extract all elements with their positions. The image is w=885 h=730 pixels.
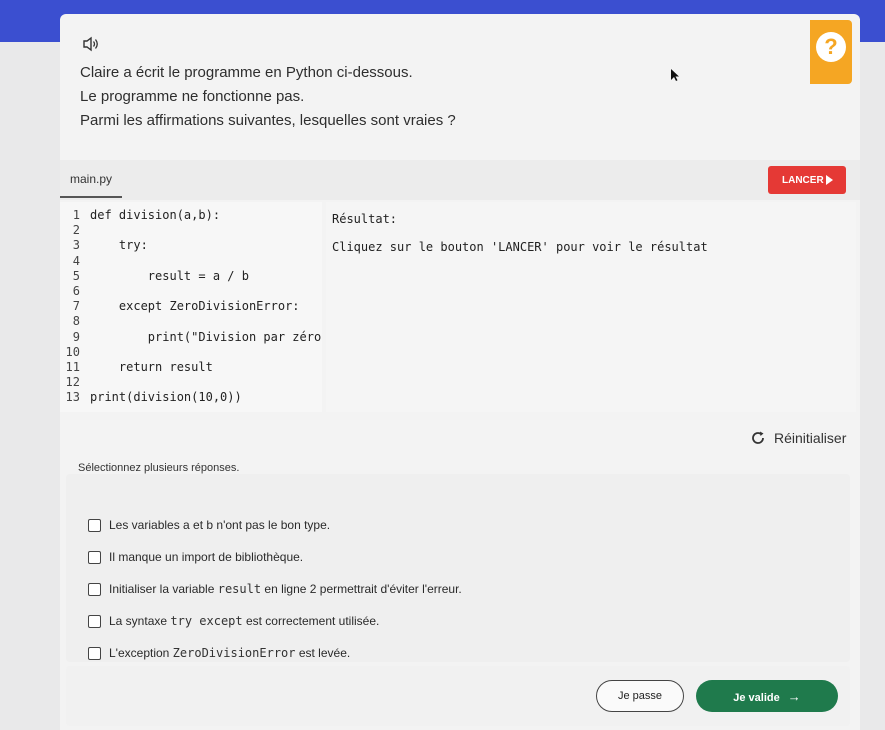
checkbox[interactable] — [88, 614, 101, 628]
option-4[interactable]: La syntaxe try except est correctement u… — [88, 614, 379, 628]
refresh-icon — [752, 431, 764, 444]
code-text: print(division(10,0)) — [90, 390, 242, 405]
code-line: 10 — [60, 345, 90, 360]
line-number: 13 — [65, 390, 80, 405]
line-number: 5 — [72, 268, 80, 283]
code-line: 5 result = a / b — [60, 269, 249, 284]
line-number: 3 — [72, 238, 80, 253]
footer-actions: Je passe Je valide → — [66, 666, 850, 726]
code-line: 2 — [60, 223, 90, 238]
file-tab[interactable]: main.py — [70, 172, 112, 186]
file-tab-underline — [60, 196, 122, 198]
code-text: except ZeroDivisionError: — [90, 299, 300, 314]
option-1[interactable]: Les variables a et b n'ont pas le bon ty… — [88, 518, 330, 532]
code-text: result = a / b — [90, 268, 249, 283]
line-number: 2 — [72, 223, 80, 238]
option-text: L'exception ZeroDivisionError est levée. — [109, 646, 351, 660]
line-number: 7 — [72, 299, 80, 314]
line-number: 12 — [65, 375, 80, 390]
line-number: 4 — [72, 253, 80, 268]
output-panel: Résultat: Cliquez sur le bouton 'LANCER'… — [326, 202, 856, 412]
code-text: def division(a,b): — [90, 208, 221, 222]
skip-button[interactable]: Je passe — [596, 680, 684, 712]
line-number: 8 — [72, 314, 80, 329]
question-mark-icon: ? — [816, 32, 846, 62]
code-line: 12 — [60, 375, 90, 390]
mouse-cursor-icon — [671, 69, 679, 81]
option-3[interactable]: Initialiser la variable result en ligne … — [88, 582, 462, 596]
help-button[interactable]: ? — [810, 20, 852, 84]
question-line-1: Claire a écrit le programme en Python ci… — [80, 64, 413, 81]
checkbox[interactable] — [88, 550, 101, 564]
line-number: 10 — [65, 344, 80, 359]
checkbox[interactable] — [88, 646, 101, 660]
code-text: return result — [90, 360, 213, 374]
code-line: 7 except ZeroDivisionError: — [60, 299, 300, 314]
speaker-icon[interactable] — [82, 36, 100, 52]
play-icon — [826, 175, 833, 185]
option-text: Les variables a et b n'ont pas le bon ty… — [109, 518, 331, 532]
exercise-panel: ? Claire a écrit le programme en Python … — [60, 14, 860, 730]
output-message: Cliquez sur le bouton 'LANCER' pour voir… — [332, 240, 708, 254]
line-number: 9 — [72, 329, 80, 344]
options-list: Les variables a et b n'ont pas le bon ty… — [66, 474, 850, 662]
line-number: 6 — [72, 284, 80, 298]
arrow-right-icon: → — [787, 688, 801, 704]
code-text: try: — [90, 238, 148, 253]
code-line: 6 — [60, 284, 90, 299]
code-line: 3 try: — [60, 238, 148, 253]
code-line: 1 def division(a,b): — [60, 208, 220, 223]
output-title: Résultat: — [332, 212, 398, 226]
code-line: 8 — [60, 314, 90, 329]
option-2[interactable]: Il manque un import de bibliothèque. — [88, 550, 303, 564]
option-text: La syntaxe try except est correctement u… — [109, 614, 380, 628]
line-number: 11 — [65, 360, 80, 374]
checkbox[interactable] — [88, 518, 101, 532]
instruction-text: Sélectionnez plusieurs réponses. — [78, 462, 240, 474]
option-text: Initialiser la variable result en ligne … — [109, 582, 462, 596]
editor-header: main.py LANCER — [60, 160, 860, 200]
validate-button[interactable]: Je valide → — [696, 680, 838, 712]
question-line-3: Parmi les affirmations suivantes, lesque… — [80, 112, 456, 129]
code-text: print("Division par zéro — [90, 329, 322, 344]
line-number: 1 — [72, 208, 80, 222]
run-button[interactable]: LANCER — [768, 166, 846, 194]
code-line: 11 return result — [60, 360, 213, 375]
code-line: 9 print("Division par zéro — [60, 330, 321, 345]
reset-label: Réinitialiser — [774, 430, 847, 446]
question-line-2: Le programme ne fonctionne pas. — [80, 88, 305, 105]
checkbox[interactable] — [88, 582, 101, 596]
validate-label: Je valide — [733, 691, 780, 704]
run-label: LANCER — [782, 174, 824, 186]
code-line: 13 print(division(10,0)) — [60, 390, 242, 405]
code-editor[interactable]: 1 def division(a,b): 2 3 try: 4 5 result = a … — [60, 202, 322, 412]
reset-button[interactable]: Réinitialiser — [750, 430, 846, 446]
option-text: Il manque un import de bibliothèque. — [109, 550, 304, 564]
option-5[interactable]: L'exception ZeroDivisionError est levée. — [88, 646, 350, 660]
code-line: 4 — [60, 254, 90, 269]
